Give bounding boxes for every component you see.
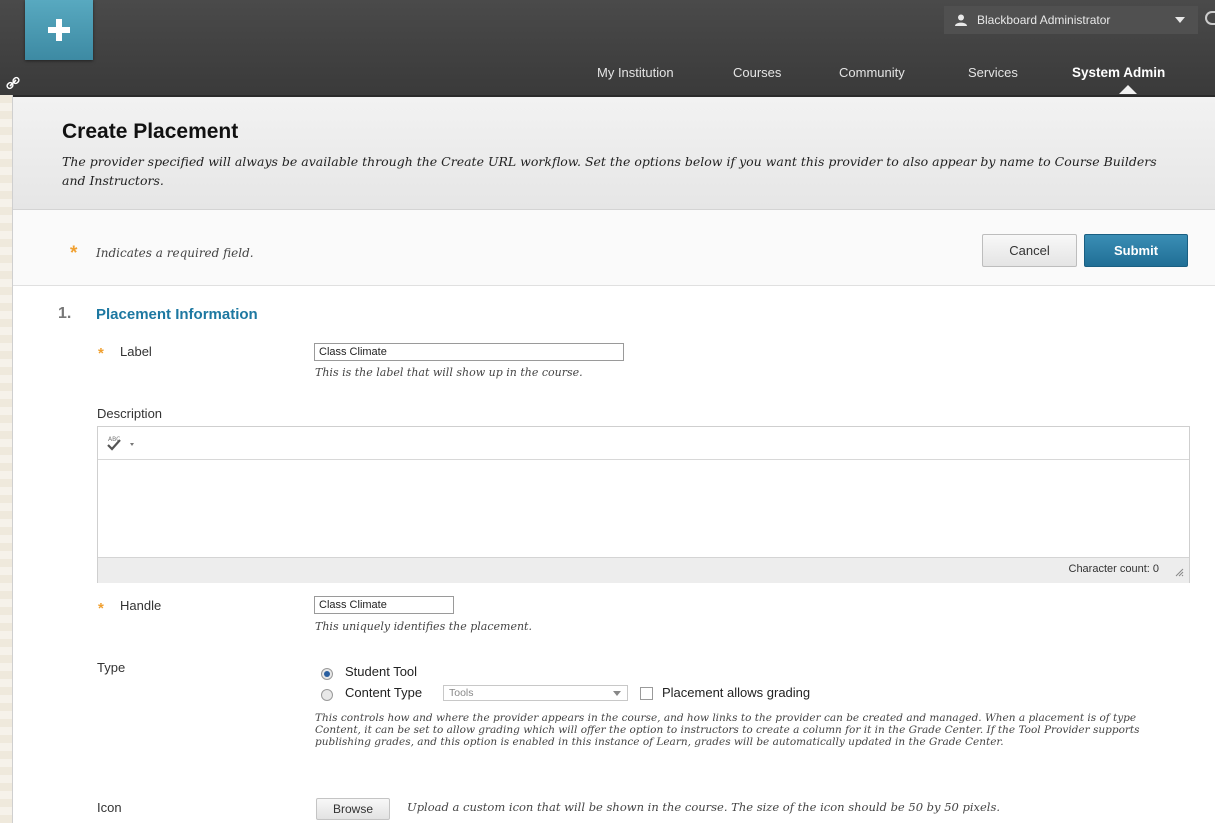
required-star-icon: *: [98, 345, 104, 362]
chevron-down-icon[interactable]: [1175, 17, 1185, 23]
tab-system-admin[interactable]: System Admin: [1072, 65, 1165, 80]
left-side-strip: [0, 95, 13, 823]
placement-grading-label: Placement allows grading: [662, 685, 811, 700]
main-nav: My Institution Courses Community Service…: [0, 63, 1215, 93]
student-tool-label: Student Tool: [345, 664, 418, 679]
required-star-icon: *: [70, 243, 78, 264]
plus-icon: [48, 19, 70, 41]
resize-handle-icon[interactable]: [1174, 567, 1184, 577]
content-type-select[interactable]: Tools: [443, 685, 628, 701]
tab-courses[interactable]: Courses: [733, 65, 781, 80]
chevron-down-icon: [613, 691, 621, 696]
user-menu[interactable]: Blackboard Administrator: [944, 6, 1198, 34]
type-help: This controls how and where the provider…: [315, 712, 1140, 748]
icon-label: Icon: [97, 800, 122, 815]
icon-help: Upload a custom icon that will be shown …: [407, 800, 1001, 814]
tab-community[interactable]: Community: [839, 65, 905, 80]
top-bar: Blackboard Administrator My Institution …: [0, 0, 1215, 97]
partial-icon[interactable]: [1205, 11, 1215, 25]
character-count: Character count: 0: [1068, 563, 1160, 575]
content-type-select-value: Tools: [449, 687, 474, 699]
person-icon: [955, 14, 967, 26]
description-label: Description: [97, 406, 163, 421]
editor-toolbar: ABC: [98, 427, 1189, 460]
section-number: 1.: [58, 305, 72, 322]
label-field-label: Label: [120, 344, 152, 359]
label-input[interactable]: [314, 343, 624, 361]
radio-content-type[interactable]: [321, 689, 333, 701]
active-tab-pointer: [1119, 85, 1137, 94]
plus-button[interactable]: [25, 0, 93, 60]
spellcheck-icon[interactable]: ABC: [104, 433, 146, 453]
submit-button[interactable]: Submit: [1084, 234, 1188, 267]
cancel-button[interactable]: Cancel: [982, 234, 1077, 267]
type-label: Type: [97, 660, 126, 675]
page-description: The provider specified will always be av…: [62, 154, 1157, 188]
label-help: This is the label that will show up in t…: [315, 366, 583, 379]
placement-grading-checkbox[interactable]: [640, 687, 653, 700]
user-name: Blackboard Administrator: [977, 13, 1111, 27]
browse-button[interactable]: Browse: [316, 798, 390, 820]
page-title: Create Placement: [62, 120, 239, 143]
required-note: Indicates a required field.: [96, 246, 254, 260]
content-type-label: Content Type: [345, 685, 423, 700]
handle-input[interactable]: [314, 596, 454, 614]
editor-footer: Character count: 0: [98, 557, 1189, 583]
section-title: Placement Information: [96, 306, 258, 323]
handle-help: This uniquely identifies the placement.: [315, 620, 532, 633]
tab-my-institution[interactable]: My Institution: [597, 65, 674, 80]
tab-services[interactable]: Services: [968, 65, 1018, 80]
radio-student-tool[interactable]: [321, 668, 333, 680]
handle-field-label: Handle: [120, 598, 162, 613]
required-star-icon: *: [98, 600, 104, 617]
description-editor[interactable]: ABC Character count: 0: [97, 426, 1190, 583]
